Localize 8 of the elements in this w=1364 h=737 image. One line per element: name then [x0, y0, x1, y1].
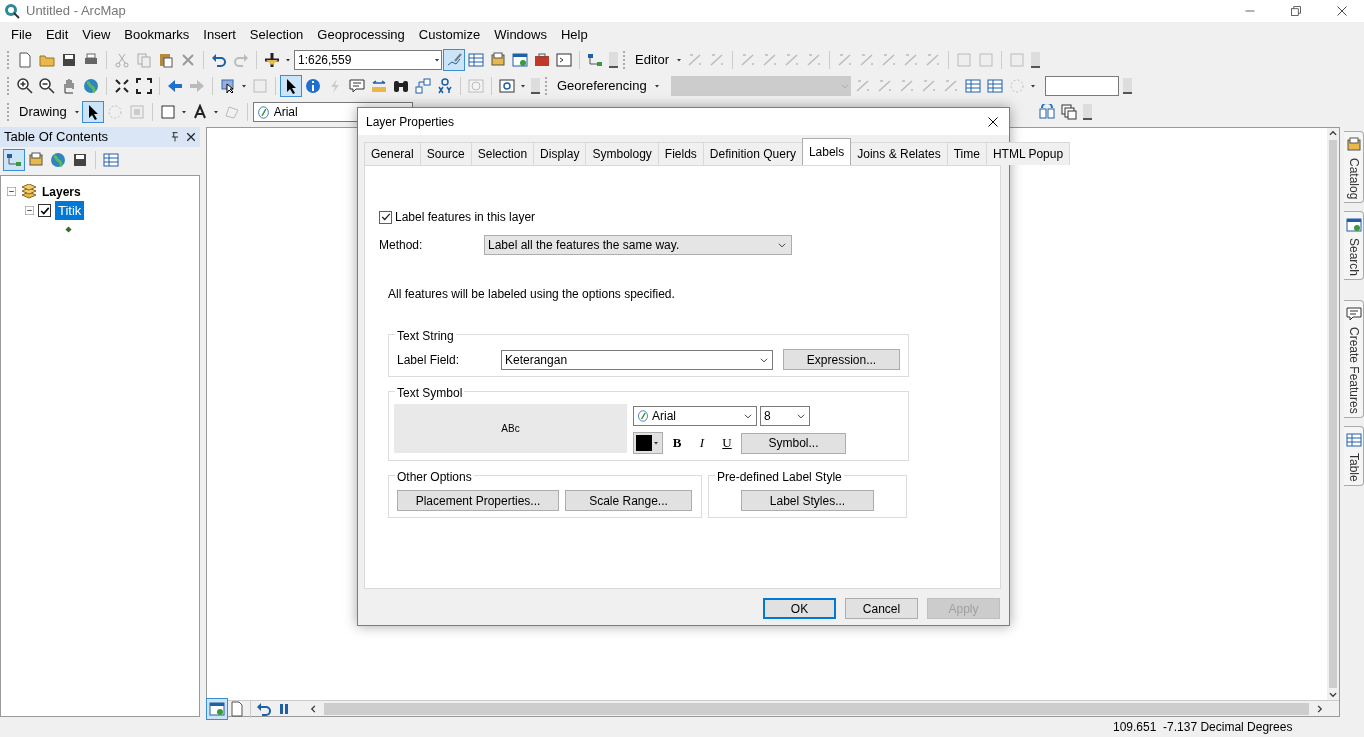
window-title: Untitled - ArcMap	[26, 2, 126, 21]
field-label: Label Field:	[397, 351, 461, 369]
field-label: Method:	[379, 237, 424, 254]
checkbox-label: Label features in this layer	[395, 209, 536, 226]
text-symbol-preview: ABc	[501, 422, 520, 436]
info-text: All features will be labeled using the options specified.	[388, 286, 676, 303]
panel-title: Table Of Contents	[4, 128, 109, 147]
coordinates-readout: 109.651 -7.137 Decimal Degrees	[1113, 719, 1293, 736]
